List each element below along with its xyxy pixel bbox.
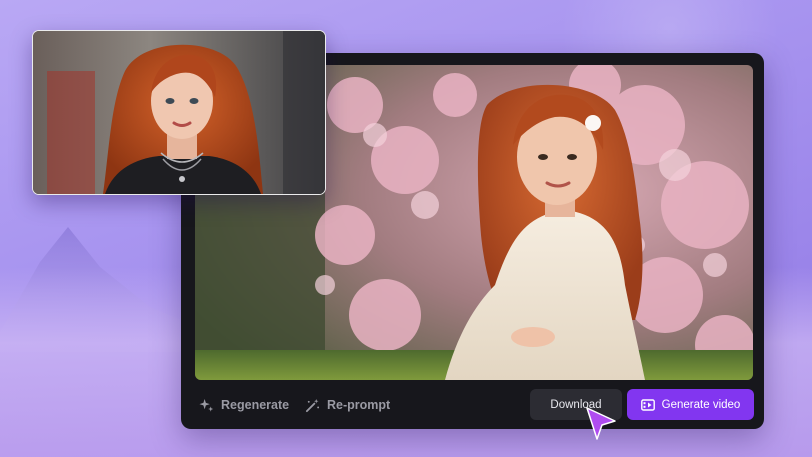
cursor-icon	[586, 407, 616, 440]
generate-video-label: Generate video	[661, 398, 741, 411]
image-toolbar: Regenerate Re-prompt Download Generate v…	[195, 389, 754, 421]
magic-wand-icon	[305, 398, 320, 412]
regenerate-label: Regenerate	[221, 398, 290, 412]
generate-video-button[interactable]: Generate video	[627, 389, 754, 420]
regenerate-button[interactable]: Regenerate	[199, 392, 289, 418]
video-icon	[640, 398, 655, 411]
reference-photo	[32, 30, 326, 195]
sparkle-icon	[199, 398, 214, 412]
reprompt-label: Re-prompt	[327, 398, 391, 412]
reprompt-button[interactable]: Re-prompt	[305, 392, 390, 418]
